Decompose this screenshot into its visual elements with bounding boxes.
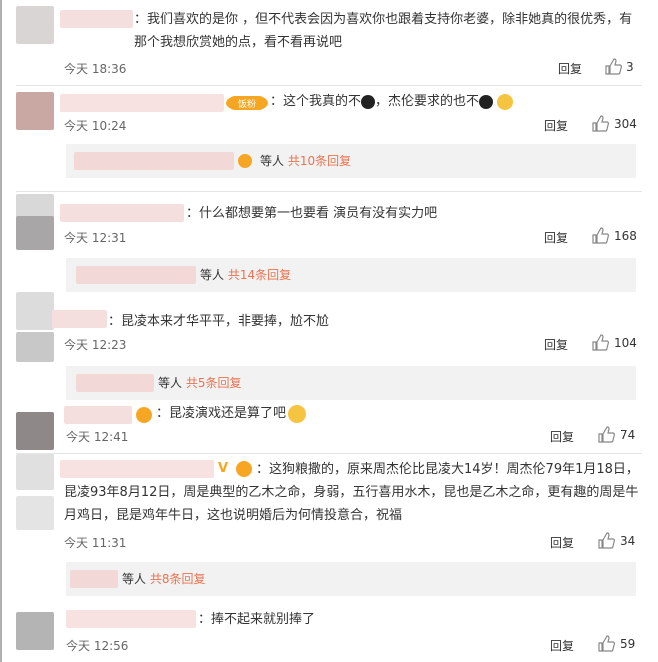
sub-replies-bar[interactable]: 等人 共10条回复	[66, 144, 636, 178]
like-count: 168	[614, 229, 637, 243]
comment-item: ：昆凌本来才华平平，非要捧，尬不尬 今天 12:23 回复 104 等人 共5条…	[0, 292, 658, 404]
thumb-up-icon[interactable]	[598, 426, 615, 443]
avatar[interactable]	[16, 6, 54, 44]
sub-replies-bar[interactable]: 等人 共14条回复	[66, 258, 636, 292]
sub-replies-bar[interactable]: 等人 共5条回复	[66, 366, 636, 400]
avatar[interactable]	[16, 412, 54, 450]
comment-item: ：昆凌演戏还是算了吧 今天 12:41 回复 74	[0, 404, 658, 454]
username-blurred[interactable]	[66, 610, 196, 628]
sub-replies-text: 等人 共14条回复	[200, 266, 291, 283]
sub-replies-count-link[interactable]: 共8条回复	[150, 572, 206, 586]
comment-text: ：捧不起来就别捧了	[198, 612, 316, 627]
comment-time: 今天 18:36	[64, 62, 127, 76]
crown-badge-icon	[136, 407, 152, 423]
like-count: 59	[620, 637, 636, 651]
username-blurred[interactable]	[60, 94, 224, 112]
avatar[interactable]	[16, 92, 54, 130]
emoji-icon	[361, 94, 376, 109]
sub-replies-suffix: 等人	[122, 572, 147, 586]
sub-replies-count-link[interactable]: 共14条回复	[228, 268, 291, 282]
sub-replies-count-link[interactable]: 共10条回复	[288, 154, 351, 168]
sub-replies-text: 等人 共8条回复	[122, 570, 205, 587]
thumb-up-icon[interactable]	[592, 227, 609, 244]
like-count: 34	[620, 534, 636, 548]
comment-time: 今天 12:41	[66, 430, 129, 444]
sub-replies-count-link[interactable]: 共5条回复	[186, 376, 242, 390]
comment-item: ：我们喜欢的是你 ，但不代表会因为喜欢你也跟着支持你老婆，除非她真的很优秀，有那…	[0, 0, 658, 86]
avatar[interactable]	[16, 496, 54, 530]
comment-time: 今天 11:31	[64, 536, 127, 550]
reply-button[interactable]: 回复	[550, 428, 574, 445]
avatar[interactable]	[16, 292, 54, 330]
username-blurred	[76, 266, 196, 284]
comment-text: ：昆凌本来才华平平，非要捧，尬不尬	[108, 314, 330, 329]
sub-replies-suffix: 等人	[158, 376, 183, 390]
reply-button[interactable]: 回复	[544, 336, 568, 353]
comment-time: 今天 12:56	[66, 639, 129, 653]
comment-time: 今天 12:31	[64, 231, 127, 245]
thumb-up-icon[interactable]	[592, 115, 609, 132]
sub-replies-bar[interactable]: 等人 共8条回复	[66, 562, 636, 596]
sub-replies-suffix: 等人	[200, 268, 225, 282]
comment-item: V ：这狗粮撒的，原来周杰伦比昆凌大14岁！周杰伦79年1月18日，昆凌93年8…	[0, 454, 658, 604]
thumb-up-icon[interactable]	[592, 334, 609, 351]
username-blurred[interactable]	[64, 406, 132, 424]
thumb-up-icon[interactable]	[598, 532, 615, 549]
crown-badge-icon: 饭粉	[226, 96, 268, 110]
emoji-icon	[288, 404, 307, 423]
comment-text-part: ，杰伦要求的也不	[375, 94, 480, 109]
thumb-up-icon[interactable]	[605, 58, 622, 75]
avatar[interactable]	[16, 216, 54, 250]
username-blurred[interactable]	[52, 310, 107, 328]
username-blurred	[74, 152, 234, 170]
like-count: 304	[614, 117, 637, 131]
avatar[interactable]	[16, 332, 54, 362]
svg-text:饭粉: 饭粉	[238, 98, 256, 110]
comment-text: ：这狗粮撒的，原来周杰伦比昆凌大14岁！周杰伦79年1月18日，昆凌93年8月1…	[64, 462, 639, 523]
comment-text: ：昆凌演戏还是算了吧	[156, 402, 456, 425]
like-count: 3	[626, 60, 634, 74]
sub-replies-suffix: 等人	[260, 154, 285, 168]
thumb-up-icon[interactable]	[598, 635, 615, 652]
comment-text-part: ：这个我真的不	[270, 94, 362, 109]
comment-text: ：我们喜欢的是你 ，但不代表会因为喜欢你也跟着支持你老婆，除非她真的很优秀，有那…	[134, 12, 633, 50]
sub-replies-text: 等人 共10条回复	[260, 152, 351, 169]
reply-button[interactable]: 回复	[558, 60, 582, 77]
avatar[interactable]	[16, 454, 54, 490]
crown-badge-icon	[238, 154, 252, 168]
like-count: 104	[614, 336, 637, 350]
reply-button[interactable]: 回复	[544, 117, 568, 134]
avatar[interactable]	[16, 612, 54, 650]
comment-text: ：什么都想要第一也要看 演员有没有实力吧	[186, 206, 438, 221]
emoji-icon	[479, 94, 494, 109]
comment-item: 饭粉 ：这个我真的不 ，杰伦要求的也不 今天 10:24 回复 304 等人 共1…	[0, 86, 658, 192]
sub-replies-text: 等人 共5条回复	[158, 374, 241, 391]
username-blurred[interactable]	[60, 10, 133, 28]
comment-item: ：捧不起来就别捧了 今天 12:56 回复 59	[0, 604, 658, 662]
like-count: 74	[620, 428, 636, 442]
username-blurred	[76, 374, 154, 392]
reply-button[interactable]: 回复	[550, 534, 574, 551]
username-blurred	[70, 570, 118, 588]
comment-text-part: ：昆凌演戏还是算了吧	[156, 406, 287, 421]
comment-item: ：什么都想要第一也要看 演员有没有实力吧 今天 12:31 回复 168 等人 …	[0, 192, 658, 298]
comment-time: 今天 10:24	[64, 119, 127, 133]
comment-text: ：这个我真的不 ，杰伦要求的也不	[270, 90, 630, 113]
comment-time: 今天 12:23	[64, 338, 127, 352]
reply-button[interactable]: 回复	[544, 229, 568, 246]
reply-button[interactable]: 回复	[550, 637, 574, 654]
username-blurred[interactable]	[60, 204, 184, 222]
laugh-emoji-icon	[497, 93, 514, 110]
